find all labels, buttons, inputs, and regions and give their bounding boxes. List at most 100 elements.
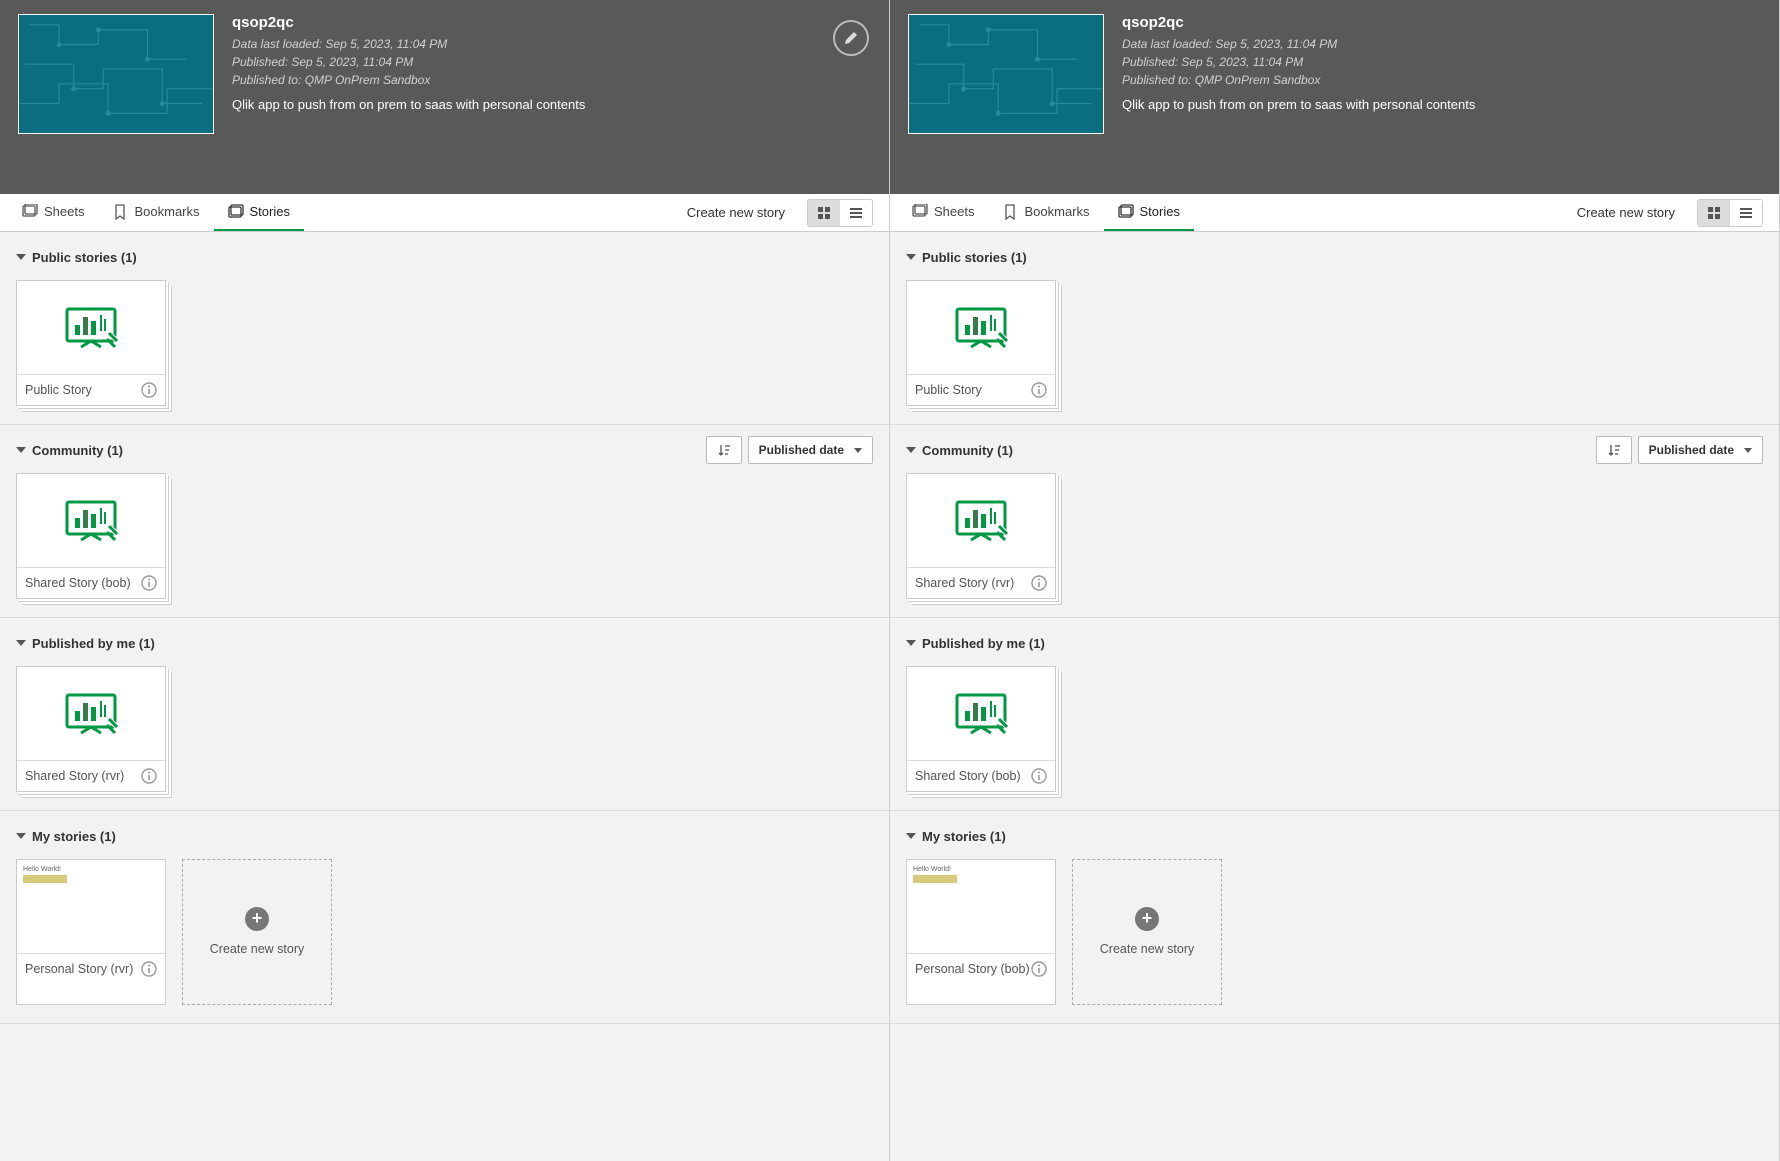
- section-title: Published by me (1): [32, 636, 155, 651]
- grid-icon: [1707, 206, 1721, 220]
- sort-field-dropdown[interactable]: Published date: [1638, 436, 1763, 464]
- story-thumbnail: Hello World!: [907, 860, 1055, 954]
- story-thumbnail: [907, 281, 1055, 375]
- story-thumbnail: [17, 474, 165, 568]
- story-card[interactable]: Shared Story (rvr): [906, 473, 1056, 599]
- tab-sheets[interactable]: Sheets: [8, 194, 98, 231]
- create-new-story-card[interactable]: + Create new story: [182, 859, 332, 1005]
- view-toggle: [1697, 199, 1763, 227]
- info-icon[interactable]: [141, 961, 157, 977]
- info-icon[interactable]: [141, 575, 157, 591]
- story-title: Shared Story (rvr): [915, 576, 1014, 591]
- app-title: qsop2qc: [1122, 14, 1761, 31]
- app-header: qsop2qc Data last loaded: Sep 5, 2023, 1…: [0, 0, 889, 194]
- info-icon[interactable]: [1031, 961, 1047, 977]
- section-title: Published by me (1): [922, 636, 1045, 651]
- create-new-story-card[interactable]: + Create new story: [1072, 859, 1222, 1005]
- sort-order-button[interactable]: [1596, 436, 1632, 464]
- section-header[interactable]: Public stories (1): [906, 242, 1763, 272]
- story-title: Public Story: [25, 383, 92, 398]
- story-thumbnail: [907, 667, 1055, 761]
- info-icon[interactable]: [1031, 575, 1047, 591]
- story-title: Personal Story (bob): [915, 962, 1030, 977]
- section-published-by-me: Published by me (1) Shared Story (rvr): [0, 618, 889, 811]
- section-title: Community (1): [922, 443, 1013, 458]
- app-info: qsop2qc Data last loaded: Sep 5, 2023, 1…: [1122, 14, 1761, 134]
- tab-bookmarks[interactable]: Bookmarks: [98, 194, 213, 231]
- plus-icon: +: [1135, 907, 1159, 931]
- list-view-button[interactable]: [1730, 200, 1762, 226]
- section-header[interactable]: Published by me (1): [906, 628, 1763, 658]
- section-title: My stories (1): [922, 829, 1006, 844]
- grid-icon: [817, 206, 831, 220]
- chevron-down-icon: [854, 448, 862, 453]
- grid-view-button[interactable]: [1698, 200, 1730, 226]
- section-my-stories: My stories (1) Hello World! Personal Sto…: [0, 811, 889, 1024]
- list-view-button[interactable]: [840, 200, 872, 226]
- create-new-story-link[interactable]: Create new story: [673, 205, 799, 220]
- tab-bookmarks[interactable]: Bookmarks: [988, 194, 1103, 231]
- tab-label: Sheets: [44, 204, 84, 219]
- right-panel: qsop2qc Data last loaded: Sep 5, 2023, 1…: [890, 0, 1780, 1161]
- chart-easel-icon: [951, 689, 1011, 739]
- section-published-by-me: Published by me (1) Shared Story (bob): [890, 618, 1779, 811]
- caret-down-icon: [16, 833, 26, 839]
- section-header[interactable]: Published by me (1): [16, 628, 873, 658]
- section-community: Community (1) Published date: [890, 425, 1779, 618]
- tab-stories[interactable]: Stories: [1104, 194, 1194, 231]
- app-header: qsop2qc Data last loaded: Sep 5, 2023, 1…: [890, 0, 1779, 194]
- story-card[interactable]: Hello World! Personal Story (bob): [906, 859, 1056, 1005]
- pencil-icon: [843, 30, 859, 46]
- sort-field-dropdown[interactable]: Published date: [748, 436, 873, 464]
- story-card[interactable]: Hello World! Personal Story (rvr): [16, 859, 166, 1005]
- tab-label: Stories: [250, 204, 290, 219]
- story-title: Shared Story (rvr): [25, 769, 124, 784]
- create-new-story-link[interactable]: Create new story: [1563, 205, 1689, 220]
- section-header[interactable]: Public stories (1): [16, 242, 873, 272]
- chart-easel-icon: [61, 303, 121, 353]
- section-header[interactable]: Community (1) Published date: [16, 435, 873, 465]
- stories-icon: [228, 204, 244, 220]
- stories-content: Public stories (1) Public Story Communit…: [890, 232, 1779, 1161]
- story-card[interactable]: Shared Story (bob): [906, 666, 1056, 792]
- section-header[interactable]: My stories (1): [16, 821, 873, 851]
- section-public-stories: Public stories (1) Public Story: [0, 232, 889, 425]
- tab-stories[interactable]: Stories: [214, 194, 304, 231]
- info-icon[interactable]: [141, 768, 157, 784]
- app-thumbnail: [18, 14, 214, 134]
- story-card[interactable]: Shared Story (rvr): [16, 666, 166, 792]
- app-info: qsop2qc Data last loaded: Sep 5, 2023, 1…: [232, 14, 871, 134]
- info-icon[interactable]: [1031, 382, 1047, 398]
- app-meta-loaded: Data last loaded: Sep 5, 2023, 11:04 PM: [1122, 35, 1761, 53]
- caret-down-icon: [906, 833, 916, 839]
- app-meta-published: Published: Sep 5, 2023, 11:04 PM: [1122, 53, 1761, 71]
- edit-button[interactable]: [833, 20, 869, 56]
- info-icon[interactable]: [141, 382, 157, 398]
- tab-sheets[interactable]: Sheets: [898, 194, 988, 231]
- story-card[interactable]: Public Story: [16, 280, 166, 406]
- placeholder-box: [913, 875, 957, 883]
- tab-label: Sheets: [934, 204, 974, 219]
- info-icon[interactable]: [1031, 768, 1047, 784]
- caret-down-icon: [906, 640, 916, 646]
- grid-view-button[interactable]: [808, 200, 840, 226]
- section-header[interactable]: My stories (1): [906, 821, 1763, 851]
- sort-order-button[interactable]: [706, 436, 742, 464]
- story-title: Public Story: [915, 383, 982, 398]
- story-title: Personal Story (rvr): [25, 962, 133, 977]
- story-title: Shared Story (bob): [25, 576, 131, 591]
- story-thumbnail: [17, 281, 165, 375]
- list-icon: [1739, 206, 1753, 220]
- story-card[interactable]: Shared Story (bob): [16, 473, 166, 599]
- chevron-down-icon: [1744, 448, 1752, 453]
- stories-icon: [1118, 204, 1134, 220]
- chart-easel-icon: [951, 303, 1011, 353]
- story-thumbnail: [907, 474, 1055, 568]
- bookmark-icon: [1002, 204, 1018, 220]
- story-card[interactable]: Public Story: [906, 280, 1056, 406]
- section-title: Public stories (1): [32, 250, 137, 265]
- story-thumbnail: Hello World!: [17, 860, 165, 954]
- section-header[interactable]: Community (1) Published date: [906, 435, 1763, 465]
- app-thumbnail: [908, 14, 1104, 134]
- tab-label: Bookmarks: [1024, 204, 1089, 219]
